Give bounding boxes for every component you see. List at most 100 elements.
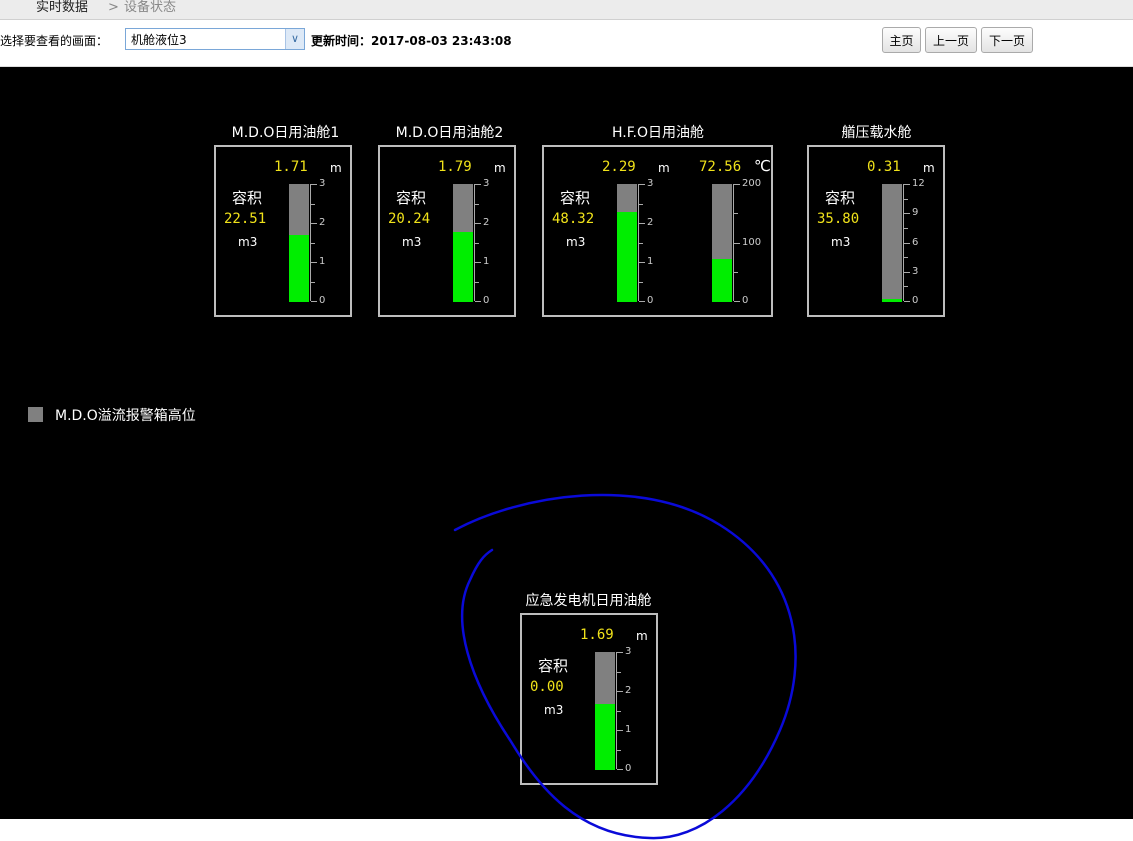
breadcrumb-current: 设备状态 [124, 0, 177, 15]
scale-label: 2 [319, 217, 326, 228]
alarm-label: M.D.O溢流报警箱高位 [55, 408, 196, 424]
scale-label: 6 [912, 236, 919, 248]
scale-minor-tick [311, 242, 315, 244]
breadcrumb: 实时数据 > 设备状态 [0, 0, 1133, 20]
level-value: 1.71 [274, 159, 308, 175]
prev-page-button[interactable]: 上一页 [925, 27, 977, 53]
level-unit: m [494, 161, 506, 175]
tank-panel: 1.69 m 容积 0.00 m3 3 2 1 0 [520, 613, 658, 785]
scale-minor-tick [904, 257, 908, 259]
temperature-unit: ℃ [754, 157, 771, 175]
scale-label: 0 [319, 295, 326, 306]
scale-label: 0 [625, 763, 632, 774]
volume-value: 48.32 [552, 211, 595, 227]
level-bar [289, 184, 309, 302]
scale-minor-tick [475, 203, 479, 205]
scale-label: 12 [912, 178, 925, 189]
tank-title: H.F.O日用油舱 [611, 125, 704, 141]
toolbar: 选择要查看的画面： 机舱液位3 ∨ 更新时间：2017-08-03 23:43:… [0, 20, 1133, 67]
scale-label: 2 [647, 217, 654, 228]
scale-label: 2 [483, 217, 490, 228]
scale-label: 2 [625, 685, 632, 696]
scale-minor-tick [639, 281, 643, 283]
scale-minor-tick [639, 242, 643, 244]
volume-unit: m3 [402, 235, 422, 249]
volume-label: 容积 [232, 189, 263, 207]
screen-select[interactable]: 机舱液位3 ∨ [125, 28, 305, 50]
level-value: 1.79 [438, 159, 472, 175]
level-value: 2.29 [602, 159, 636, 175]
scale-tick [734, 301, 740, 302]
scale-tick [617, 691, 623, 692]
scale-tick [904, 301, 910, 302]
scale-tick [904, 213, 910, 215]
scale-minor-tick [475, 242, 479, 244]
volume-label: 容积 [538, 657, 569, 675]
scale-tick [475, 301, 481, 302]
screen-select-value: 机舱液位3 [131, 33, 187, 47]
scale-tick [475, 184, 481, 185]
scale-label: 200 [742, 178, 762, 189]
scale-tick [617, 730, 623, 731]
scale-label: 0 [912, 295, 919, 306]
scale-label: 9 [912, 207, 919, 219]
level-scale: 3 2 1 0 [310, 179, 325, 306]
scale-label: 3 [483, 178, 490, 189]
scale-tick [904, 184, 910, 185]
level-scale: 3 2 1 0 [474, 179, 489, 306]
level-unit: m [636, 629, 648, 643]
scale-minor-tick [311, 203, 315, 205]
alarm-indicator [28, 407, 43, 422]
scale-label: 1 [319, 256, 326, 267]
level-bar [453, 184, 473, 302]
home-button[interactable]: 主页 [882, 27, 921, 53]
level-bar [882, 184, 902, 302]
scale-minor-tick [734, 213, 738, 215]
scale-minor-tick [639, 203, 643, 205]
chevron-down-icon[interactable]: ∨ [285, 29, 304, 49]
volume-label: 容积 [825, 189, 856, 207]
tank-panel: 1.79 m 容积 20.24 m3 3 2 1 0 [378, 145, 516, 317]
scale-minor-tick [904, 198, 908, 200]
level-bar [595, 652, 615, 770]
level-unit: m [330, 161, 342, 175]
level-value: 1.69 [580, 627, 614, 643]
temperature-value: 72.56 [699, 159, 742, 175]
scale-minor-tick [617, 710, 621, 712]
tank-panel: 2.29 m 容积 48.32 m3 3 2 1 0 72.56 ℃ 200 100 0 [542, 145, 773, 317]
next-page-button[interactable]: 下一页 [981, 27, 1033, 53]
scale-minor-tick [475, 281, 479, 283]
scale-label: 0 [742, 295, 749, 306]
tank-panel: 0.31 m 容积 35.80 m3 12 9 6 3 0 [807, 145, 945, 317]
volume-label: 容积 [560, 189, 591, 207]
update-time: 更新时间：2017-08-03 23:43:08 [311, 34, 512, 48]
level-fill [595, 703, 615, 770]
volume-value: 0.00 [530, 679, 564, 695]
scale-tick [639, 184, 645, 185]
level-fill [453, 231, 473, 302]
scale-label: 1 [625, 724, 632, 735]
scale-label: 3 [912, 265, 919, 277]
scale-minor-tick [734, 271, 738, 273]
scale-minor-tick [617, 749, 621, 751]
temperature-scale: 200 100 0 [733, 179, 761, 306]
scale-tick [311, 184, 317, 185]
tank-title: 艏压载水舱 [841, 125, 912, 141]
scale-tick [639, 262, 645, 263]
scale-tick [639, 223, 645, 224]
bottom-strip [0, 819, 1133, 841]
scale-label: 3 [625, 646, 632, 657]
scale-label: 1 [647, 256, 654, 267]
scale-label: 100 [742, 236, 762, 248]
temperature-bar [712, 184, 732, 302]
volume-unit: m3 [566, 235, 586, 249]
scale-minor-tick [904, 227, 908, 229]
breadcrumb-home[interactable]: 实时数据 [36, 0, 88, 16]
tank-title: 应急发电机日用油舱 [525, 593, 652, 609]
level-unit: m [658, 161, 670, 175]
tank-title: M.D.O日用油舱1 [231, 125, 340, 141]
select-label: 选择要查看的画面： [0, 34, 109, 48]
tank-panel: 1.71 m 容积 22.51 m3 3 2 1 0 [214, 145, 352, 317]
scale-minor-tick [311, 281, 315, 283]
tank-title: M.D.O日用油舱2 [395, 125, 504, 141]
